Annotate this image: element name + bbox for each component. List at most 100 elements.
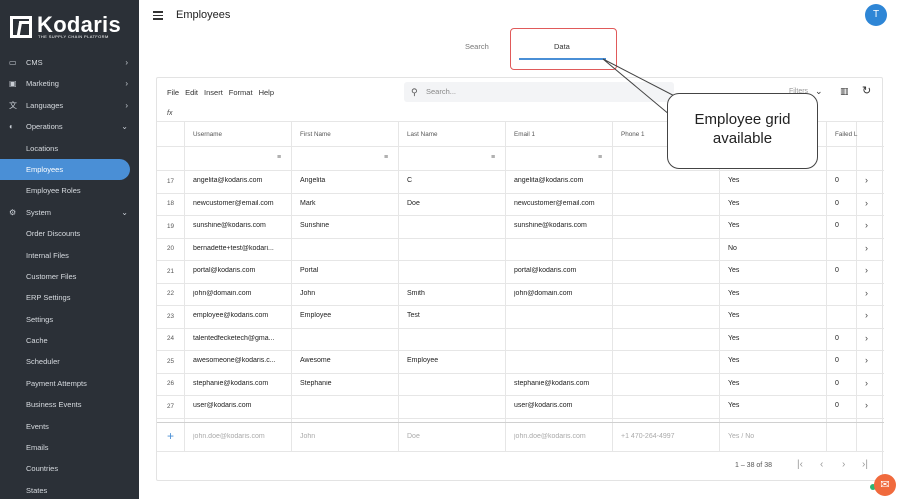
cell-last[interactable]: Test [407, 312, 502, 319]
sidebar-item-customer-files[interactable]: Customer Files [0, 266, 139, 287]
sidebar-item-operations[interactable]: ◐ Operations ⌄ [0, 116, 139, 137]
table-row[interactable]: 26 stephanie@kodaris.com Stephanie stephani… [157, 373, 884, 396]
cell-first[interactable]: Angelita [300, 177, 395, 184]
cell-username[interactable]: sunshine@kodaris.com [193, 222, 288, 229]
sidebar-item-countries[interactable]: Countries [0, 458, 139, 479]
table-row[interactable]: 21 portal@kodaris.com Portal portal@kodaris… [157, 260, 884, 283]
cell-failed[interactable]: 0 [835, 357, 853, 364]
chat-icon[interactable]: ✉ [874, 474, 896, 496]
cell-username[interactable]: stephanie@kodaris.com [193, 380, 288, 387]
cell-last[interactable]: Doe [407, 200, 502, 207]
table-row[interactable]: 24 talentedfecketech@gma... Yes 0 › [157, 328, 884, 351]
table-row[interactable]: 17 angelita@kodaris.com Angelita Cangelita@… [157, 170, 884, 193]
sidebar-item-states[interactable]: States [0, 480, 139, 499]
new-row-first-field[interactable]: John [300, 433, 395, 440]
cell-email[interactable]: portal@kodaris.com [514, 267, 609, 274]
cell-first[interactable]: Employee [300, 312, 395, 319]
menu-insert[interactable]: Insert [204, 88, 223, 97]
sidebar-item-erp-settings[interactable]: ERP Settings [0, 287, 139, 308]
sidebar-item-order-discounts[interactable]: Order Discounts [0, 223, 139, 244]
sidebar-item-scheduler[interactable]: Scheduler [0, 351, 139, 372]
sidebar-item-payment-attempts[interactable]: Payment Attempts [0, 373, 139, 394]
filter-icon[interactable]: ≡ [277, 154, 281, 161]
cell-first[interactable]: John [300, 290, 395, 297]
cell-failed[interactable]: 0 [835, 335, 853, 342]
filter-icon[interactable]: ≡ [384, 154, 388, 161]
cell-first[interactable]: Sunshine [300, 222, 395, 229]
search-input[interactable]: ⚲ Search... [404, 82, 674, 102]
cell-active[interactable]: Yes [728, 290, 823, 297]
table-row[interactable]: 25 awesomeone@kodaris.c... Awesome Employee… [157, 350, 884, 373]
column-header[interactable]: Failed L [835, 131, 857, 138]
cell-first[interactable]: Portal [300, 267, 395, 274]
new-row-last-field[interactable]: Doe [407, 433, 502, 440]
cell-email[interactable]: sunshine@kodaris.com [514, 222, 609, 229]
new-row-username-field[interactable]: john.doe@kodaris.com [193, 433, 288, 440]
menu-format[interactable]: Format [229, 88, 253, 97]
cell-failed[interactable]: 0 [835, 200, 853, 207]
cell-last[interactable]: C [407, 177, 502, 184]
new-row[interactable]: + john.doe@kodaris.com John Doe john.doe@kod… [157, 426, 884, 449]
menu-help[interactable]: Help [259, 88, 274, 97]
cell-failed[interactable]: 0 [835, 177, 853, 184]
cell-email[interactable]: user@kodaris.com [514, 402, 609, 409]
sidebar-item-locations[interactable]: Locations [0, 138, 139, 159]
chevron-right-icon[interactable]: › [865, 220, 868, 230]
cell-username[interactable]: employee@kodaris.com [193, 312, 288, 319]
cell-active[interactable]: Yes [728, 222, 823, 229]
cell-failed[interactable]: 0 [835, 380, 853, 387]
cell-active[interactable]: Yes [728, 177, 823, 184]
cell-email[interactable]: newcustomer@email.com [514, 200, 609, 207]
cell-last[interactable]: Smith [407, 290, 502, 297]
sidebar-item-employees[interactable]: Employees [0, 158, 130, 181]
cell-failed[interactable]: 0 [835, 267, 853, 274]
chevron-right-icon[interactable]: › [865, 175, 868, 185]
table-row[interactable]: 27 user@kodaris.com user@kodaris.com Yes 0 › [157, 395, 884, 418]
new-row-email-field[interactable]: john.doe@kodaris.com [514, 433, 609, 440]
table-row[interactable]: 19 sunshine@kodaris.com Sunshine sunshine@k… [157, 215, 884, 238]
sidebar-item-business-events[interactable]: Business Events [0, 394, 139, 415]
cell-first[interactable]: Stephanie [300, 380, 395, 387]
new-row-phone-field[interactable]: +1 470-264-4997 [621, 433, 716, 440]
sidebar-item-cache[interactable]: Cache [0, 330, 139, 351]
table-row[interactable]: 20 bernadette+test@kodari... No › [157, 238, 884, 261]
column-header[interactable]: Phone 1 [621, 131, 644, 138]
cell-username[interactable]: talentedfecketech@gma... [193, 335, 288, 342]
chevron-right-icon[interactable]: › [865, 198, 868, 208]
chevron-right-icon[interactable]: › [865, 310, 868, 320]
column-header[interactable]: Username [193, 131, 222, 138]
sidebar-item-emails[interactable]: Emails [0, 437, 139, 458]
avatar[interactable]: T [865, 4, 887, 26]
chevron-right-icon[interactable]: › [865, 265, 868, 275]
column-header[interactable]: Email 1 [514, 131, 535, 138]
chevron-right-icon[interactable]: › [865, 400, 868, 410]
column-header[interactable]: Last Name [407, 131, 437, 138]
cell-first[interactable]: Awesome [300, 357, 395, 364]
cell-email[interactable]: john@domain.com [514, 290, 609, 297]
sidebar-item-events[interactable]: Events [0, 416, 139, 437]
sidebar-item-languages[interactable]: 文 Languages › [0, 95, 139, 116]
cell-email[interactable]: stephanie@kodaris.com [514, 380, 609, 387]
table-row[interactable]: 18 newcustomer@email.com Mark Doe newcustome… [157, 193, 884, 216]
chevron-right-icon[interactable]: › [865, 378, 868, 388]
chevron-right-icon[interactable]: › [865, 333, 868, 343]
cell-active[interactable]: Yes [728, 380, 823, 387]
cell-first[interactable]: Mark [300, 200, 395, 207]
column-header[interactable]: First Name [300, 131, 331, 138]
chevron-right-icon[interactable]: › [865, 288, 868, 298]
last-page-icon[interactable]: ›| [862, 459, 868, 470]
cell-email[interactable]: angelita@kodaris.com [514, 177, 609, 184]
refresh-icon[interactable]: ↻ [862, 84, 871, 97]
prev-page-icon[interactable]: ‹ [820, 459, 823, 470]
sidebar-item-marketing[interactable]: ▣ Marketing › [0, 73, 139, 94]
next-page-icon[interactable]: › [842, 459, 845, 470]
menu-edit[interactable]: Edit [185, 88, 198, 97]
sidebar-item-cms[interactable]: ▭ CMS › [0, 52, 139, 73]
cell-last[interactable]: Employee [407, 357, 502, 364]
cell-username[interactable]: awesomeone@kodaris.c... [193, 357, 288, 364]
cell-username[interactable]: john@domain.com [193, 290, 288, 297]
chevron-down-icon[interactable]: ⌄ [815, 86, 823, 97]
chevron-right-icon[interactable]: › [865, 243, 868, 253]
cell-active[interactable]: Yes [728, 335, 823, 342]
cell-active[interactable]: Yes [728, 267, 823, 274]
